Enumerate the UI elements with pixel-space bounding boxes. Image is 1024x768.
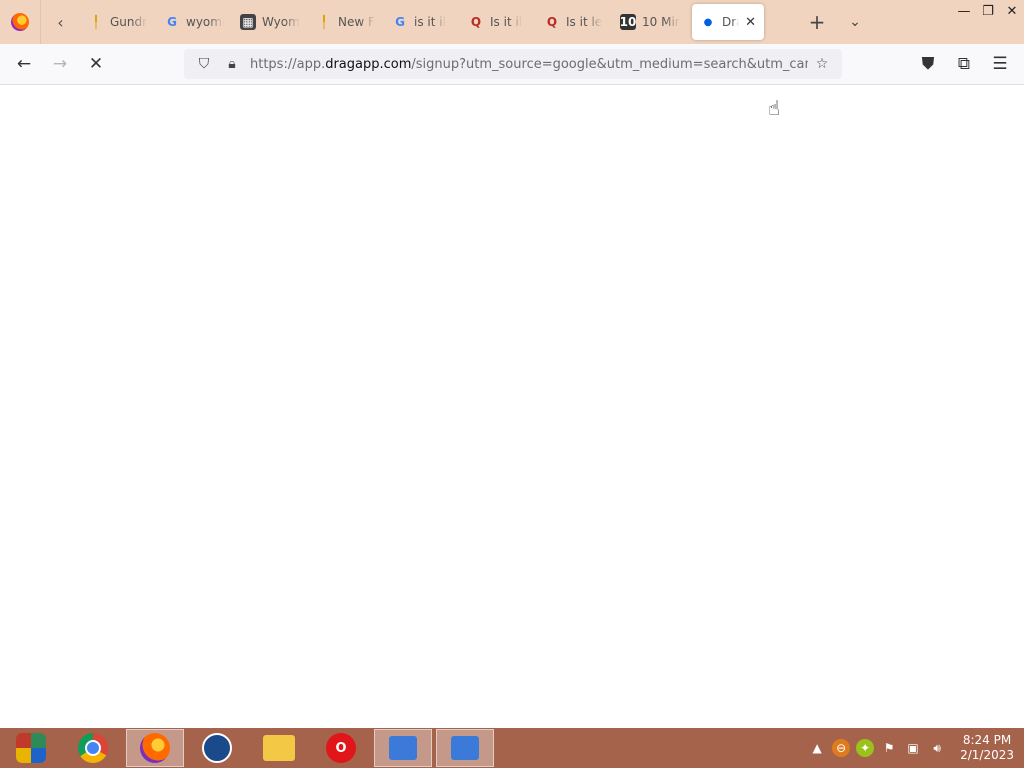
- minimize-icon[interactable]: —: [952, 0, 976, 22]
- tab[interactable]: Q Is it le: [536, 4, 612, 40]
- clock-time: 8:24 PM: [962, 733, 1012, 747]
- tab-strip: ‹ ╿ Gundr G wyomi ▦ Wyom ╿ New F G is it…: [0, 0, 1024, 44]
- network-icon: [389, 736, 417, 760]
- tab[interactable]: G wyomi: [156, 4, 232, 40]
- tab-active[interactable]: ● Dra ✕: [692, 4, 764, 40]
- back-button[interactable]: ←: [6, 48, 42, 80]
- pin-favicon-icon: ╿: [92, 15, 100, 29]
- ten-favicon-icon: 10: [619, 14, 637, 30]
- url-text[interactable]: https://app.dragapp.com/signup?utm_sourc…: [250, 57, 808, 72]
- tab[interactable]: ▦ Wyom: [232, 4, 308, 40]
- chrome-icon: [78, 733, 108, 763]
- security-icon[interactable]: ⊖: [832, 739, 851, 757]
- url-path: /signup?utm_source=google&utm_medium=sea…: [411, 56, 808, 72]
- chevron-down-icon: ⌄: [849, 14, 861, 30]
- tab-title: is it il: [414, 15, 446, 29]
- taskbar-obama[interactable]: [188, 729, 246, 767]
- tab[interactable]: G is it il: [384, 4, 460, 40]
- taskbar-opera[interactable]: O: [312, 729, 370, 767]
- pocket-icon: ⛊: [921, 54, 935, 74]
- taskbar: O ▲ ⊖ ✦ ⚑ ▣ 🔊︎ 8:24 PM 2/1/2023: [0, 728, 1024, 768]
- volume-icon[interactable]: 🔊︎: [928, 739, 946, 757]
- obama-logo-icon: [202, 733, 232, 763]
- pocket-button[interactable]: ⛊: [910, 48, 946, 80]
- tab-title: Is it il: [490, 15, 523, 29]
- system-tray: ▲ ⊖ ✦ ⚑ ▣ 🔊︎ 8:24 PM 2/1/2023: [808, 733, 1024, 763]
- navigation-toolbar: ← → ✕ ⛉ 🔒︎ https://app.dragapp.com/signu…: [0, 44, 1024, 85]
- shield-icon[interactable]: ⛉: [190, 50, 218, 78]
- arrow-left-icon: ←: [16, 54, 32, 74]
- pin-favicon-icon: ╿: [320, 15, 328, 29]
- restore-icon[interactable]: ❐: [976, 0, 1000, 22]
- loading-dot-icon: ●: [703, 16, 713, 28]
- image-favicon-icon: ▦: [240, 14, 256, 30]
- taskbar-firefox[interactable]: [126, 729, 184, 767]
- tab-scroll-left-button[interactable]: ‹: [40, 0, 80, 44]
- hamburger-menu-icon: ☰: [992, 54, 1008, 74]
- page-content: [0, 85, 1024, 728]
- tab-title: New F: [338, 15, 375, 29]
- list-all-tabs-button[interactable]: ⌄: [836, 0, 874, 44]
- star-icon[interactable]: ☆: [808, 50, 836, 78]
- network-tray-icon[interactable]: ▣: [904, 739, 922, 757]
- tab-list: ╿ Gundr G wyomi ▦ Wyom ╿ New F G is it i…: [80, 0, 764, 44]
- taskbar-chrome[interactable]: [64, 729, 122, 767]
- taskbar-explorer[interactable]: [250, 729, 308, 767]
- lock-icon[interactable]: 🔒︎: [218, 50, 246, 78]
- tab-title: wyomi: [186, 15, 224, 29]
- stop-loading-button[interactable]: ✕: [78, 48, 114, 80]
- flag-icon[interactable]: ⚑: [880, 739, 898, 757]
- quora-icon: Q: [470, 15, 482, 29]
- tab[interactable]: ╿ Gundr: [80, 4, 156, 40]
- arrow-right-icon: →: [52, 54, 68, 74]
- url-prefix: https://app.: [250, 56, 326, 72]
- menu-button[interactable]: ☰: [982, 48, 1018, 80]
- close-tab-icon[interactable]: ✕: [745, 15, 756, 30]
- clock-date: 2/1/2023: [960, 748, 1014, 762]
- firefox-icon: [140, 733, 170, 763]
- address-bar[interactable]: ⛉ 🔒︎ https://app.dragapp.com/signup?utm_…: [184, 49, 842, 79]
- tab[interactable]: 10 10 Min: [612, 4, 688, 40]
- update-icon[interactable]: ✦: [856, 739, 875, 757]
- tab-title: Dra: [722, 15, 739, 29]
- close-window-icon[interactable]: ✕: [1000, 0, 1024, 22]
- google-icon: G: [395, 15, 405, 29]
- tab[interactable]: ╿ New F: [308, 4, 384, 40]
- extensions-button[interactable]: ⧉: [946, 48, 982, 80]
- plus-icon: +: [808, 10, 826, 34]
- close-icon: ✕: [88, 54, 104, 74]
- url-domain: dragapp.com: [325, 56, 412, 72]
- google-icon: G: [167, 15, 177, 29]
- opera-icon: O: [326, 733, 356, 763]
- tab-title: 10 Min: [642, 15, 680, 29]
- new-tab-button[interactable]: +: [798, 0, 836, 44]
- toolbar-right: ⛊ ⧉ ☰: [910, 48, 1018, 80]
- quora-icon: Q: [546, 15, 558, 29]
- tab-title: Wyom: [262, 15, 300, 29]
- tab-title: Gundr: [110, 15, 148, 29]
- tab-title: Is it le: [566, 15, 603, 29]
- firefox-icon: [11, 13, 29, 31]
- forward-button[interactable]: →: [42, 48, 78, 80]
- window-controls: — ❐ ✕: [952, 0, 1024, 24]
- network-icon: [451, 736, 479, 760]
- chevron-left-icon: ‹: [57, 12, 64, 32]
- show-hidden-icons-icon[interactable]: ▲: [808, 739, 826, 757]
- windows-media-center-icon: [16, 733, 46, 763]
- taskbar-media-center[interactable]: [2, 729, 60, 767]
- puzzle-icon: ⧉: [957, 54, 971, 74]
- file-explorer-icon: [263, 735, 295, 761]
- firefox-view-button[interactable]: [0, 0, 40, 44]
- taskbar-network-1[interactable]: [374, 729, 432, 767]
- hand-cursor-icon: ☝: [768, 96, 781, 120]
- clock[interactable]: 8:24 PM 2/1/2023: [960, 733, 1014, 763]
- taskbar-network-2[interactable]: [436, 729, 494, 767]
- tab[interactable]: Q Is it il: [460, 4, 536, 40]
